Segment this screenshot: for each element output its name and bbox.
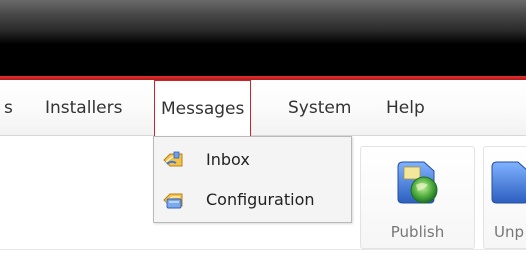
- dropdown-item-inbox[interactable]: Inbox: [154, 143, 351, 177]
- unpublish-label: Unp: [494, 223, 525, 241]
- configuration-icon: [162, 190, 184, 210]
- dropdown-item-inbox-label: Inbox: [206, 150, 250, 169]
- menu-item-messages[interactable]: Messages: [154, 80, 252, 136]
- header-bar: [0, 0, 526, 76]
- dropdown-item-configuration[interactable]: Configuration: [154, 183, 351, 217]
- messages-dropdown-menu: Inbox Configuration: [153, 136, 352, 223]
- publish-icon: [394, 157, 442, 213]
- main-menu-bar: s Installers Messages System Help: [0, 80, 526, 136]
- unpublish-icon: [488, 157, 526, 213]
- menu-item-extensions-partial[interactable]: s: [4, 80, 13, 136]
- inbox-icon: [162, 150, 184, 170]
- menu-item-help[interactable]: Help: [386, 80, 425, 136]
- publish-button[interactable]: Publish: [360, 146, 475, 249]
- menu-item-system[interactable]: System: [288, 80, 351, 136]
- toolbar-divider: [0, 249, 526, 250]
- menu-item-installers[interactable]: Installers: [45, 80, 122, 136]
- unpublish-button[interactable]: Unp: [483, 146, 526, 249]
- publish-label: Publish: [390, 223, 445, 241]
- dropdown-item-configuration-label: Configuration: [206, 190, 315, 209]
